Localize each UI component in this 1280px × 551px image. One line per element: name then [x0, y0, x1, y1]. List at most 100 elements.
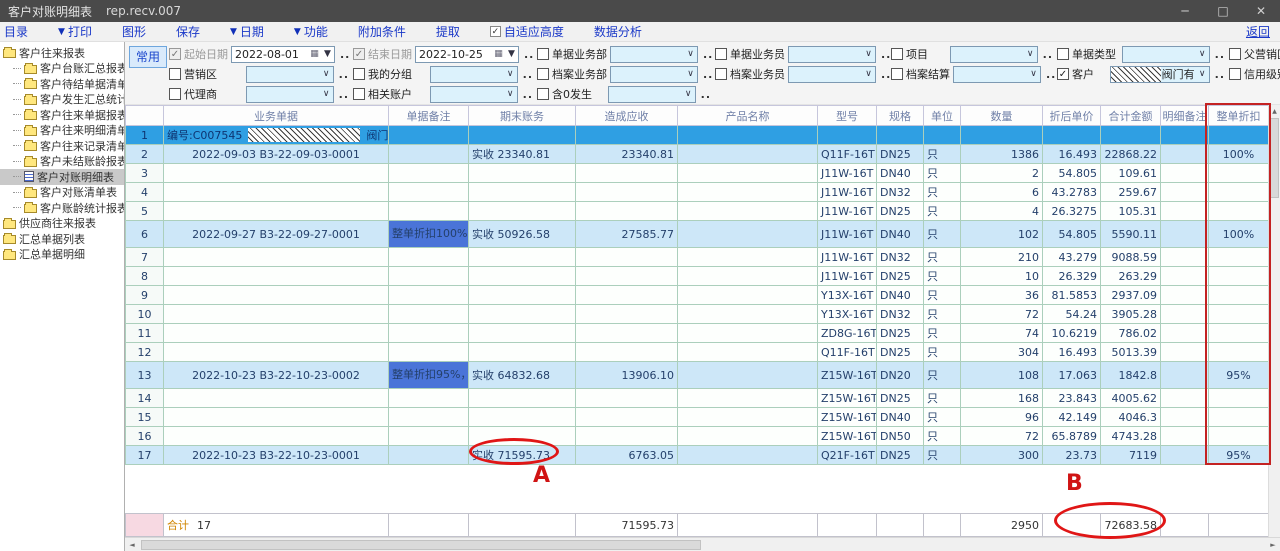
table-row[interactable]: 14Z15W-16TDN25只16823.8434005.62	[126, 389, 1269, 408]
doc-type-checkbox[interactable]	[1057, 48, 1069, 60]
more-button[interactable]: ..	[524, 48, 534, 61]
more-button[interactable]: ..	[881, 48, 891, 61]
menu-item-save[interactable]: 保存	[176, 23, 200, 40]
file-salesman-checkbox[interactable]	[715, 68, 727, 80]
parent-region-checkbox[interactable]	[1229, 48, 1241, 60]
end-date-date[interactable]: 2022-10-25▦▼	[415, 46, 519, 63]
header-spec[interactable]: 规格	[877, 106, 924, 126]
header-caused-receivable[interactable]: 造成应收	[576, 106, 678, 126]
vertical-scrollbar[interactable]: ▲	[1268, 105, 1280, 537]
sidebar-item[interactable]: 客户待结单据清单	[0, 76, 124, 92]
sidebar-item[interactable]: 客户发生汇总统计	[0, 92, 124, 108]
more-button[interactable]: ..	[701, 88, 711, 101]
more-button[interactable]: ..	[1215, 48, 1225, 61]
file-salesman-select[interactable]: ∨	[788, 66, 876, 83]
header-total-amount[interactable]: 合计金额	[1101, 106, 1161, 126]
more-button[interactable]: ..	[1046, 68, 1056, 81]
doc-salesman-checkbox[interactable]	[715, 48, 727, 60]
more-button[interactable]: ..	[340, 48, 350, 61]
header-product-name[interactable]: 产品名称	[678, 106, 818, 126]
minimize-button[interactable]: ─	[1166, 0, 1204, 22]
table-row[interactable]: 11ZD8G-16TDN25只7410.6219786.02	[126, 324, 1269, 343]
start-date-date[interactable]: 2022-08-01▦▼	[231, 46, 335, 63]
doc-salesman-select[interactable]: ∨	[788, 46, 876, 63]
sidebar-item[interactable]: 供应商往来报表	[0, 216, 124, 232]
header-order-discount[interactable]: 整单折扣	[1209, 106, 1269, 126]
marketing-region-checkbox[interactable]	[169, 68, 181, 80]
table-row[interactable]: 12Q11F-16TDN25只30416.4935013.39	[126, 343, 1269, 362]
vertical-scroll-thumb[interactable]	[1270, 118, 1279, 198]
my-group-select[interactable]: ∨	[430, 66, 518, 83]
doc-type-select[interactable]: ∨	[1122, 46, 1210, 63]
sidebar-item[interactable]: 客户往来明细清单	[0, 123, 124, 139]
marketing-region-select[interactable]: ∨	[246, 66, 334, 83]
scroll-right-icon[interactable]: ►	[1266, 538, 1280, 551]
back-link[interactable]: 返回	[1246, 23, 1270, 40]
more-button[interactable]: ..	[703, 48, 713, 61]
menu-item-directory[interactable]: 目录	[4, 23, 28, 40]
header-rownum[interactable]	[126, 106, 164, 126]
menu-item-data-analysis[interactable]: 数据分析	[594, 23, 642, 40]
table-row[interactable]: 5J11W-16TDN25只426.3275105.31	[126, 202, 1269, 221]
table-row[interactable]: 7J11W-16TDN32只21043.2799088.59	[126, 248, 1269, 267]
header-model[interactable]: 型号	[818, 106, 877, 126]
tab-common[interactable]: 常用	[129, 46, 167, 68]
file-dept-select[interactable]: ∨	[610, 66, 698, 83]
customer-select[interactable]: 阀门有∨	[1110, 66, 1210, 83]
file-dept-checkbox[interactable]	[537, 68, 549, 80]
credit-level-checkbox[interactable]	[1229, 68, 1241, 80]
sidebar-item[interactable]: 汇总单据明细	[0, 247, 124, 263]
table-row[interactable]: 9Y13X-16TDN40只3681.58532937.09	[126, 286, 1269, 305]
header-discounted-price[interactable]: 折后单价	[1043, 106, 1101, 126]
start-date-checkbox[interactable]: ✓	[169, 48, 181, 60]
table-row[interactable]: 172022-10-23 B3-22-10-23-0001实收 71595.73…	[126, 446, 1269, 465]
more-button[interactable]: ..	[1043, 48, 1053, 61]
doc-dept-checkbox[interactable]	[537, 48, 549, 60]
more-button[interactable]: ..	[1215, 68, 1225, 81]
zero-occurrence-select[interactable]: ∨	[608, 86, 696, 103]
table-row[interactable]: 16Z15W-16TDN50只7265.87894743.28	[126, 427, 1269, 446]
header-business-doc[interactable]: 业务单据	[164, 106, 389, 126]
scroll-up-icon[interactable]: ▲	[1269, 105, 1280, 117]
sidebar-item[interactable]: 客户往来记录清单	[0, 138, 124, 154]
menu-item-extract[interactable]: 提取	[436, 23, 460, 40]
maximize-button[interactable]: □	[1204, 0, 1242, 22]
more-button[interactable]: ..	[881, 68, 891, 81]
file-settle-select[interactable]: ∨	[953, 66, 1041, 83]
table-row[interactable]: 8J11W-16TDN25只1026.329263.29	[126, 267, 1269, 286]
horizontal-scrollbar[interactable]: ◄ ►	[125, 537, 1280, 551]
menu-item-auto-height[interactable]: ✓自适应高度	[490, 23, 564, 40]
horizontal-scroll-thumb[interactable]	[141, 540, 701, 550]
more-button[interactable]: ..	[703, 68, 713, 81]
header-period-account[interactable]: 期末账务	[469, 106, 576, 126]
menu-item-chart[interactable]: 图形	[122, 23, 146, 40]
table-row[interactable]: 4J11W-16TDN32只643.2783259.67	[126, 183, 1269, 202]
sidebar-item[interactable]: 客户往来单据报表	[0, 107, 124, 123]
more-button[interactable]: ..	[339, 68, 349, 81]
table-row[interactable]: 10Y13X-16TDN32只7254.243905.28	[126, 305, 1269, 324]
header-detail-remark[interactable]: 明细备注	[1161, 106, 1209, 126]
sidebar-item[interactable]: 汇总单据列表	[0, 231, 124, 247]
header-doc-remark[interactable]: 单据备注	[389, 106, 469, 126]
menu-item-date[interactable]: ▼日期	[230, 23, 264, 40]
table-row[interactable]: 1编号:C007545阀门 有限公司	[126, 126, 1269, 145]
related-account-select[interactable]: ∨	[430, 86, 518, 103]
table-row[interactable]: 15Z15W-16TDN40只9642.1494046.3	[126, 408, 1269, 427]
close-button[interactable]: ✕	[1242, 0, 1280, 22]
table-row[interactable]: 62022-09-27 B3-22-09-27-0001整单折扣100%，折后金…	[126, 221, 1269, 248]
agent-checkbox[interactable]	[169, 88, 181, 100]
my-group-checkbox[interactable]	[353, 68, 365, 80]
sidebar-item[interactable]: 客户对账清单表	[0, 185, 124, 201]
sidebar-item[interactable]: 客户未结账龄报表	[0, 154, 124, 170]
more-button[interactable]: ..	[339, 88, 349, 101]
header-qty[interactable]: 数量	[961, 106, 1043, 126]
header-unit[interactable]: 单位	[924, 106, 961, 126]
sidebar-item[interactable]: 客户账龄统计报表	[0, 200, 124, 216]
file-settle-checkbox[interactable]	[891, 68, 903, 80]
sidebar-item[interactable]: 客户台账汇总报表	[0, 61, 124, 77]
scroll-left-icon[interactable]: ◄	[125, 538, 139, 551]
zero-occurrence-checkbox[interactable]	[537, 88, 549, 100]
doc-dept-select[interactable]: ∨	[610, 46, 698, 63]
sidebar-item[interactable]: 客户往来报表	[0, 45, 124, 61]
customer-checkbox[interactable]: ✓	[1057, 68, 1069, 80]
